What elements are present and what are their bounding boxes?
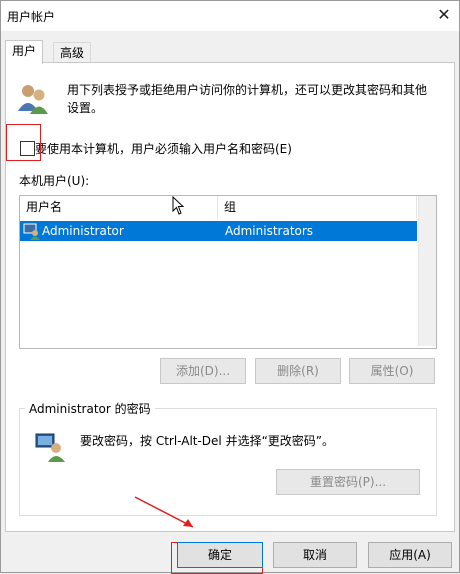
add-user-button[interactable]: 添加(D)... [160, 358, 246, 384]
cursor-icon [172, 196, 185, 215]
column-header-group[interactable]: 组 [218, 196, 417, 218]
list-scrollbar[interactable] [418, 196, 436, 346]
ok-button[interactable]: 确定 [177, 542, 263, 568]
table-row[interactable]: Administrator Administrators [20, 221, 417, 241]
row-username: Administrator [42, 224, 124, 238]
row-group: Administrators [225, 224, 314, 238]
close-icon[interactable]: ✕ [429, 1, 459, 31]
window-title: 用户帐户 [7, 10, 56, 24]
column-header-username-label: 用户名 [26, 200, 63, 214]
remove-user-button[interactable]: 删除(R) [255, 358, 341, 384]
properties-button[interactable]: 属性(O) [349, 358, 435, 384]
intro-text-line2: 设置。 [67, 101, 104, 115]
tab-users[interactable]: 用户 [5, 40, 44, 64]
users-label: 本机用户(U): [19, 174, 90, 188]
tab-users-label: 用户 [12, 44, 37, 58]
column-header-username[interactable]: 用户名 [20, 196, 218, 218]
password-instruction: 要改密码，按 Ctrl-Alt-Del 并选择“更改密码”。 [80, 434, 335, 448]
tab-advanced[interactable]: 高级 [53, 42, 92, 64]
users-list[interactable]: 用户名 组 Administrator Administrators [19, 195, 437, 349]
annotation-box [6, 124, 41, 161]
require-login-label[interactable]: 要使用本计算机，用户必须输入用户名和密码(E) [35, 140, 292, 157]
title-bar: 用户帐户 ✕ [1, 1, 459, 31]
annotation-arrow [134, 496, 194, 528]
password-group [19, 408, 437, 516]
password-group-title: Administrator 的密码 [25, 400, 155, 417]
user-accounts-dialog: 用户帐户 ✕ 用户 高级 用下列表授予或拒绝用户访问你的计算机，还可以更改其密码… [0, 0, 460, 574]
keyboard-user-icon [35, 433, 65, 462]
users-icon [18, 85, 48, 114]
column-header-group-label: 组 [224, 200, 237, 214]
user-row-icon [23, 223, 40, 240]
cancel-button[interactable]: 取消 [273, 542, 357, 568]
reset-password-button[interactable]: 重置密码(P)... [276, 469, 420, 495]
tab-advanced-label: 高级 [60, 46, 85, 60]
apply-button[interactable]: 应用(A) [368, 542, 452, 568]
intro-text-line1: 用下列表授予或拒绝用户访问你的计算机，还可以更改其密码和其他 [67, 83, 428, 97]
